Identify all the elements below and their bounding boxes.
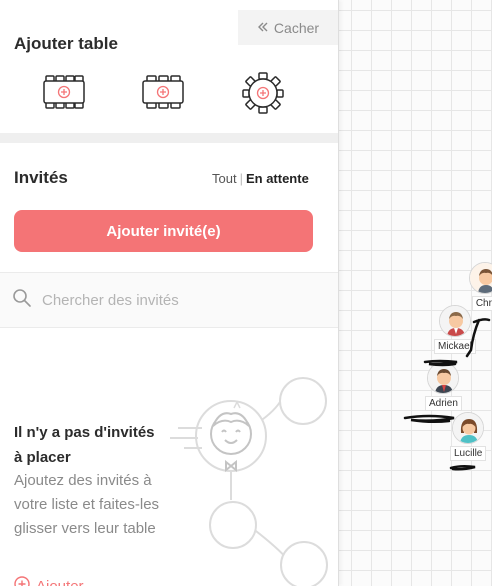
section-divider [0,133,338,143]
hide-panel-button[interactable]: Cacher [238,10,338,45]
empty-state-title: Il n'y a pas d'invités à placer [14,424,155,466]
male-avatar-icon [469,262,492,294]
add-link-label: Ajouter [36,577,84,586]
add-table-title: Ajouter table [14,34,118,53]
rectangular-table-8-icon [43,75,85,109]
male-avatar-icon [438,305,471,337]
guest-adrien[interactable]: Adrien [425,362,462,411]
add-guest-button[interactable]: Ajouter invité(e) [14,210,313,252]
empty-guests-illustration [170,377,328,586]
add-rectangular-table-6-button[interactable] [142,72,184,117]
empty-state-description: Ajoutez des invités à votre liste et fai… [14,472,160,537]
filter-all[interactable]: Tout [212,171,237,186]
round-table-icon [242,72,284,114]
guest-name: Lucille [450,446,487,461]
search-input[interactable] [42,291,322,309]
add-rectangular-table-8-button[interactable] [43,72,85,117]
search-icon [12,288,32,313]
search-bar [0,272,338,328]
hide-panel-label: Cacher [273,19,320,36]
add-guest-link[interactable]: Ajouter [14,576,84,586]
guest-lucille[interactable]: Lucille [450,412,487,461]
guest-mickael[interactable]: Mickael [434,305,476,354]
guest-chri[interactable]: Chri [469,262,492,311]
filter-pending[interactable]: En attente [246,171,309,186]
rectangular-table-6-icon [142,75,184,109]
guest-name: Mickael [434,339,476,354]
guests-title: Invités [14,168,68,187]
male-avatar-icon [427,362,460,394]
side-panel: Cacher Ajouter table Invités Tout | En a… [0,0,339,586]
female-avatar-icon [452,412,485,444]
filter-separator: | [239,171,243,186]
double-chevron-left-icon [257,20,269,36]
seating-canvas[interactable]: Chri Mickael Adrien [339,0,492,586]
guest-name: Adrien [425,396,462,411]
plus-circle-icon [14,576,30,586]
guest-filters: Tout | En attente [212,171,309,186]
add-round-table-button[interactable] [242,72,284,119]
